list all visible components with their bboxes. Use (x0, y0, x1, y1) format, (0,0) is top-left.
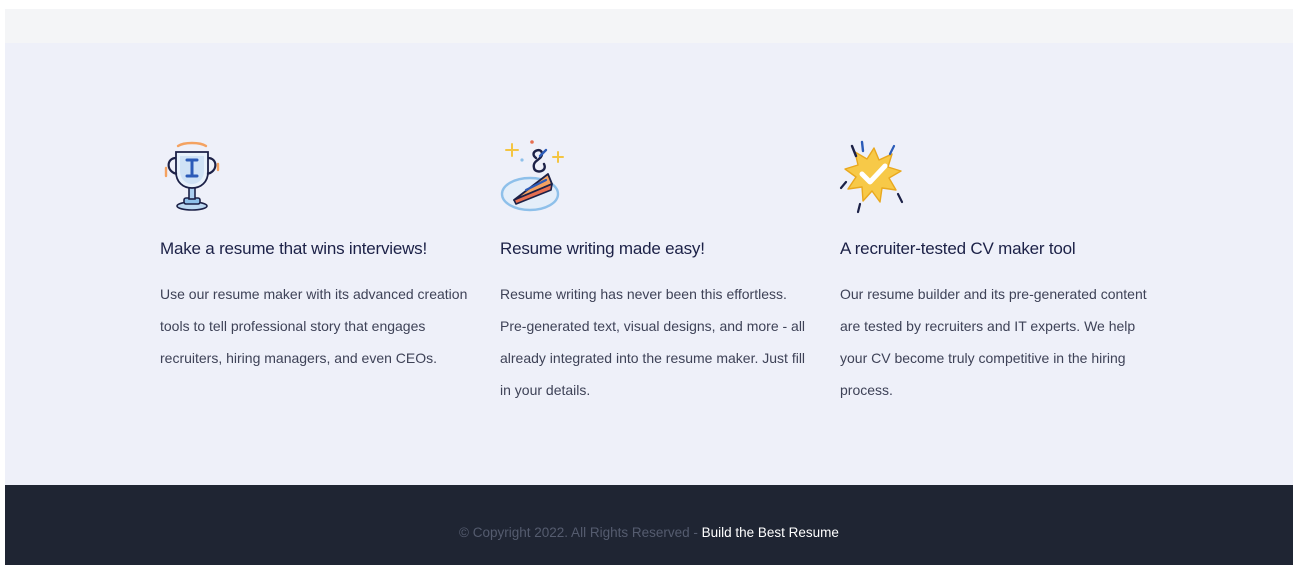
feature-description: Resume writing has never been this effor… (500, 286, 806, 398)
badge-check-icon (838, 138, 908, 214)
feature-description: Our resume builder and its pre-generated… (840, 286, 1147, 398)
top-strip (5, 9, 1293, 43)
footer-home-link[interactable]: Build the Best Resume (702, 525, 839, 540)
pie-slice-sparkle-icon (498, 138, 568, 214)
copyright-text: © Copyright 2022. All Rights Reserved - (459, 525, 702, 540)
feature-title: Resume writing made easy! (500, 239, 705, 258)
features-section: Make a resume that wins interviews! Use … (5, 43, 1293, 485)
site-footer: © Copyright 2022. All Rights Reserved - … (5, 485, 1293, 565)
feature-description: Use our resume maker with its advanced c… (160, 286, 468, 366)
feature-title: A recruiter-tested CV maker tool (840, 239, 1076, 258)
footer-copyright: © Copyright 2022. All Rights Reserved - … (5, 525, 1293, 540)
trophy-icon (158, 138, 228, 214)
feature-title: Make a resume that wins interviews! (160, 239, 427, 258)
